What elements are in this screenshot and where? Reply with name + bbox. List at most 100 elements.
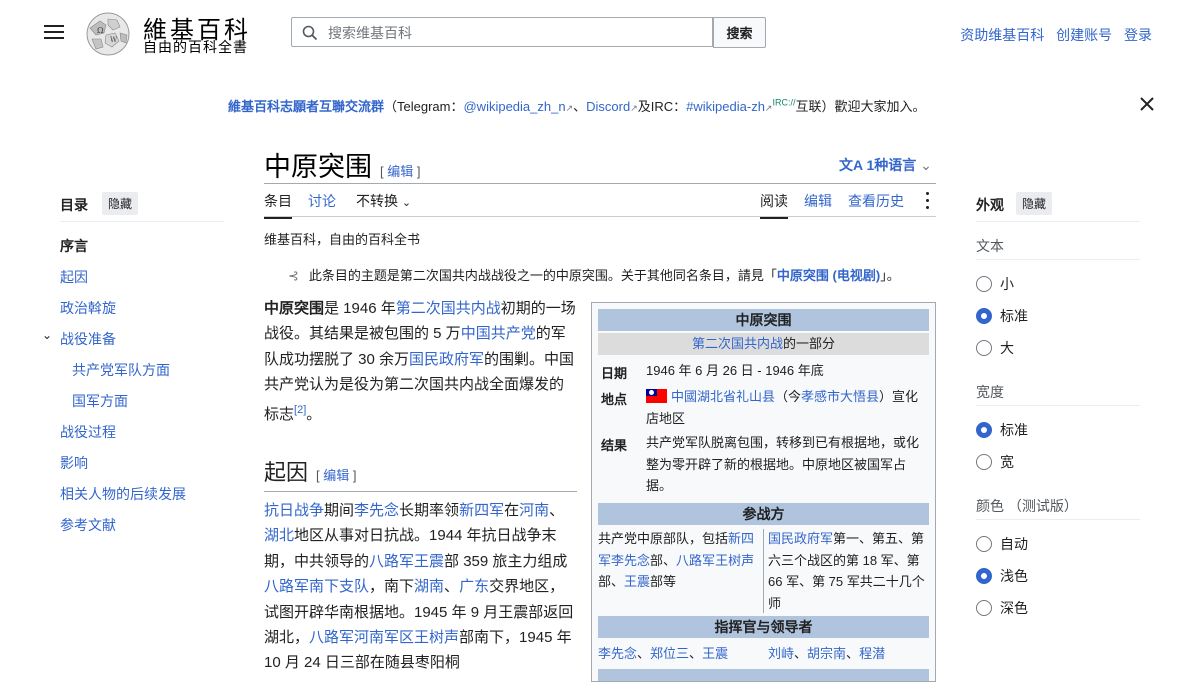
infobox: 中原突围 第二次国共内战的一部分 日期 1946 年 6 月 26 日 - 19… [591,302,936,682]
site-notice: 維基百科志願者互聯交流群（Telegram：@wikipedia_zh_n↗、D… [228,97,926,114]
chevron-down-icon: ⌄ [401,197,412,209]
tab-talk[interactable]: 讨论 [308,191,336,217]
color-dark[interactable]: 深色 [976,598,1028,618]
inline-link[interactable]: 王震 [624,574,650,589]
appearance-hide-button[interactable]: 隐藏 [1016,192,1053,215]
donate-link[interactable]: 资助维基百科 [960,27,1044,43]
radio-button-selected[interactable] [976,308,992,324]
background-paragraph: 抗日战争期间李先念长期率领新四军在河南、湖北地区从事对日抗战。1944 年抗日战… [264,502,574,672]
inline-link[interactable]: 程潜 [859,646,885,661]
commanders-right: 刘峙、胡宗南、程潜 [768,646,886,661]
inline-link[interactable]: 河南 [519,502,549,519]
chevron-down-icon[interactable]: ⌄ [42,328,52,342]
close-icon [1140,97,1154,111]
radio-button[interactable] [976,340,992,356]
search-field[interactable] [291,17,713,47]
belligerent-right: 国民政府军第一、第五、第六三个战区的第 18 军、第 66 军、第 75 军共二… [768,531,925,611]
toc-item[interactable]: 战役过程 [60,422,116,442]
title-divider [264,183,936,184]
variant-dropdown[interactable]: 不转换 ⌄ [356,191,411,217]
text-size-small[interactable]: 小 [976,274,1014,294]
inline-link[interactable]: 李先念 [598,646,637,661]
toc-item[interactable]: 参考文献 [60,515,116,535]
next-section-header [598,669,929,681]
color-auto[interactable]: 自动 [976,534,1028,554]
date-label: 日期 [601,366,628,381]
radio-button-selected[interactable] [976,422,992,438]
inline-link[interactable]: 胡宗南 [807,646,846,661]
inline-link[interactable]: 李先念 [611,553,650,568]
text-size-label: 文本 [976,238,1004,254]
place-link[interactable]: 中國湖北省礼山县 [671,389,775,404]
inline-link[interactable]: 王树声 [414,629,459,646]
toc-item[interactable]: 政治斡旋 [60,298,116,318]
telegram-link[interactable]: @wikipedia_zh_n [463,99,565,114]
reference-link[interactable]: [2] [294,404,306,416]
more-actions-button[interactable] [924,192,932,210]
inline-link[interactable]: 王树声 [715,553,754,568]
radio-button[interactable] [976,276,992,292]
inline-link[interactable]: 广东 [459,578,489,595]
text-size-large[interactable]: 大 [976,338,1014,358]
radio-button[interactable] [976,600,992,616]
radio-button-selected[interactable] [976,568,992,584]
irc-link[interactable]: #wikipedia-zh [686,99,765,114]
volunteer-group-link[interactable]: 維基百科志願者互聯交流群 [228,99,384,114]
toc-item[interactable]: 相关人物的后续发展 [60,484,186,504]
search-button[interactable]: 搜索 [713,17,766,48]
inline-link[interactable]: 湖南 [414,578,444,595]
personal-tools: 资助维基百科 创建账号 登录 [952,25,1152,45]
inline-link[interactable]: 第二次国共内战 [396,300,501,317]
radio-button[interactable] [976,536,992,552]
toc-item[interactable]: 起因 [60,267,88,287]
color-label: 颜色 （测试版） [976,498,1078,514]
language-button[interactable]: 文A 1种语言 ⌄ [839,155,932,175]
wikipedia-globe-logo[interactable]: Ω W [84,11,132,57]
toc-subitem[interactable]: 共产党军队方面 [72,360,170,380]
width-standard[interactable]: 标准 [976,420,1028,440]
inline-link[interactable]: 郑位三 [650,646,689,661]
tab-edit[interactable]: 编辑 [804,191,832,217]
inline-link[interactable]: 刘峙 [768,646,794,661]
inline-link[interactable]: 李先念 [354,502,399,519]
toc-subitem[interactable]: 国军方面 [72,391,128,411]
login-link[interactable]: 登录 [1124,27,1152,43]
edit-link[interactable]: 编辑 [323,468,349,483]
search-input[interactable] [326,24,700,42]
place-link[interactable]: 孝感市大悟县 [801,389,879,404]
disambiguation-icon: ⊰ [288,268,299,283]
tab-read[interactable]: 阅读 [760,191,788,219]
inline-link[interactable]: 八路军 [676,553,715,568]
color-light[interactable]: 浅色 [976,566,1028,586]
inline-link[interactable]: 王震 [414,553,444,570]
text-size-standard[interactable]: 标准 [976,306,1028,326]
inline-link[interactable]: 抗日战争 [264,502,324,519]
tab-article[interactable]: 条目 [264,191,292,219]
toc-item[interactable]: 影响 [60,453,88,473]
inline-link[interactable]: 八路军 [369,553,414,570]
appearance-divider [976,221,1140,222]
toc-item[interactable]: 战役准备 [60,329,116,349]
edit-link[interactable]: 编辑 [387,164,413,179]
inline-link[interactable]: 八路军南下支队 [264,578,369,595]
toc-hide-button[interactable]: 隐藏 [102,192,139,215]
tab-history[interactable]: 查看历史 [848,191,904,217]
toc-item-intro[interactable]: 序言 [60,236,88,256]
belligerent-left: 共产党中原部队，包括新四军李先念部、八路军王树声部、王震部等 [598,531,755,589]
parent-war-link[interactable]: 第二次国共内战 [692,336,783,351]
inline-link[interactable]: 湖北 [264,527,294,544]
inline-link[interactable]: 新四军 [459,502,504,519]
hatnote-link[interactable]: 中原突围 (电视剧) [777,268,880,283]
section-divider [976,405,1140,406]
create-account-link[interactable]: 创建账号 [1056,27,1112,43]
inline-link[interactable]: 中国共产党 [461,325,536,342]
inline-link[interactable]: 王震 [702,646,728,661]
discord-link[interactable]: Discord [586,99,630,114]
radio-button[interactable] [976,454,992,470]
main-menu-button[interactable] [44,25,64,41]
inline-link[interactable]: 国民政府军 [768,531,833,546]
inline-link[interactable]: 国民政府军 [409,351,484,368]
close-notice-button[interactable] [1138,95,1156,113]
inline-link[interactable]: 八路军河南军区 [309,629,414,646]
width-wide[interactable]: 宽 [976,452,1014,472]
